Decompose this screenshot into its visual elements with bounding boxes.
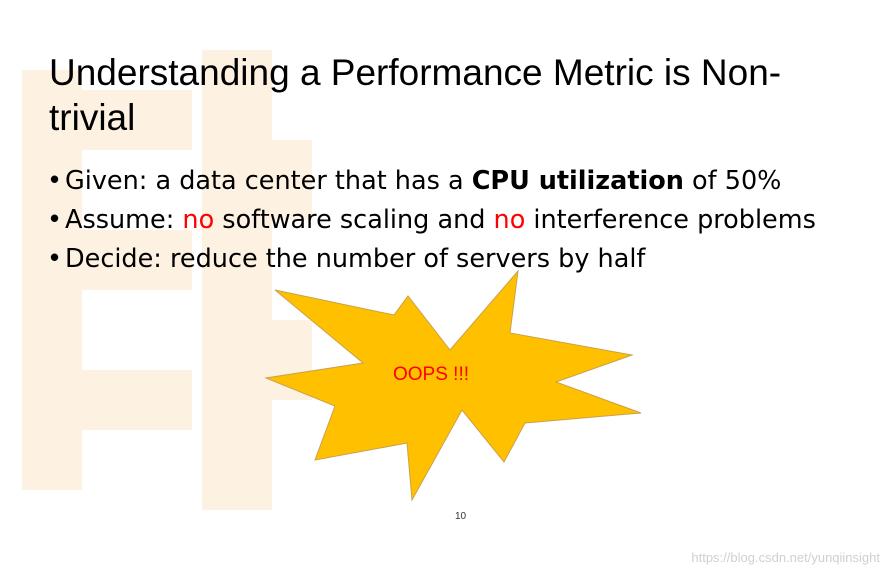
page-number: 10 (455, 511, 467, 522)
oops-callout-text: OOPS !!! (393, 364, 470, 385)
starburst-callout (264, 269, 642, 502)
slide: Understanding a Performance Metric is No… (0, 0, 889, 579)
watermark-credit: https://blog.csdn.net/yunqiinsight (691, 550, 880, 565)
